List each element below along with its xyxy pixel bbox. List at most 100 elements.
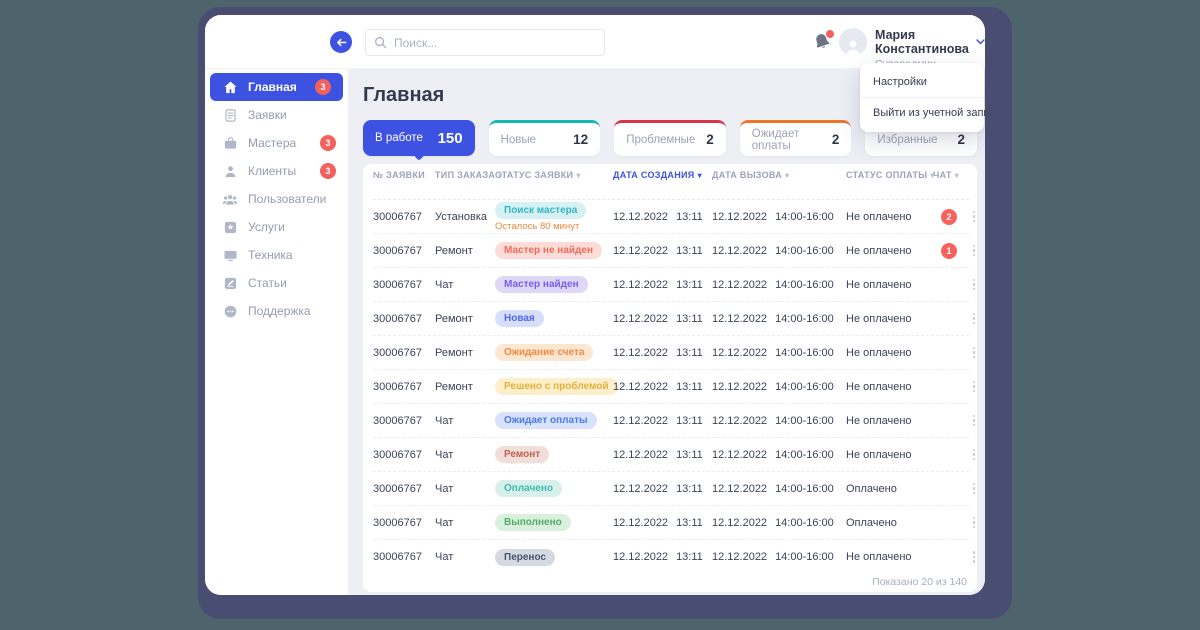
row-menu-button[interactable] [967,381,977,393]
call-date-cell: 12.12.202214:00-16:00 [712,347,844,359]
column-header-chat[interactable]: ЧАТ▾ [933,170,965,180]
column-header-order-type[interactable]: ТИП ЗАКАЗА▾ [435,170,493,180]
table-row[interactable]: 30006767ЧатРемонт12.12.202213:1112.12.20… [373,438,969,472]
call-date-cell: 12.12.202214:00-16:00 [712,517,844,529]
app-window: Мария Константинова Суперадмин Настройки… [205,15,985,595]
tab-count: 2 [832,132,840,147]
order-id-cell: 30006767 [373,551,433,563]
tab-problem[interactable]: Проблемные 2 [614,120,726,156]
row-menu-button[interactable] [967,517,977,529]
payment-status-cell: Не оплачено [846,415,931,427]
tab-label: Проблемные [626,134,695,146]
table-row[interactable]: 30006767РемонтОжидание счета12.12.202213… [373,336,969,370]
pagination-summary: Показано 20 из 140 [373,574,969,592]
call-date-cell: 12.12.202214:00-16:00 [712,415,844,427]
column-header-created-date[interactable]: ДАТА СОЗДАНИЯ▾ [613,170,710,180]
sidebar-item-orders[interactable]: Заявки [205,101,348,129]
order-id-cell: 30006767 [373,313,433,325]
arrow-left-icon [336,37,347,48]
notification-dot [826,30,834,38]
tab-awaiting-payment[interactable]: Ожидает оплаты2 [740,120,852,156]
tab-new[interactable]: Новые12 [489,120,601,156]
sidebar-item-label: Поддержка [248,304,348,318]
sidebar-item-label: Главная [248,80,305,94]
row-menu-button[interactable] [967,347,977,359]
table-row[interactable]: 30006767ЧатВыполнено12.12.202213:1112.12… [373,506,969,540]
payment-status-cell: Не оплачено [846,347,931,359]
table-row[interactable]: 30006767РемонтМастер не найден12.12.2022… [373,234,969,268]
order-type-cell: Чат [435,449,493,461]
avatar[interactable] [839,28,867,56]
row-menu-button[interactable] [967,245,977,257]
payment-status-cell: Оплачено [846,483,931,495]
created-date-cell: 12.12.202213:11 [613,517,710,529]
table-row[interactable]: 30006767ЧатОжидает оплаты12.12.202213:11… [373,404,969,438]
created-date-cell: 12.12.202213:11 [613,211,710,223]
order-id-cell: 30006767 [373,517,433,529]
row-menu-button[interactable] [967,483,977,495]
order-id-cell: 30006767 [373,211,433,223]
payment-status-cell: Не оплачено [846,313,931,325]
call-date-cell: 12.12.202214:00-16:00 [712,279,844,291]
created-date-cell: 12.12.202213:11 [613,245,710,257]
order-status-cell: Ремонт [495,446,611,463]
table-row[interactable]: 30006767ЧатМастер найден12.12.202213:111… [373,268,969,302]
sidebar-item-users[interactable]: Пользователи [205,185,348,213]
table-rows: 30006767УстановкаПоиск мастераОсталось 8… [373,200,969,574]
search-input[interactable] [394,36,596,50]
sidebar-item-masters[interactable]: Мастера3 [205,129,348,157]
sidebar-item-devices[interactable]: Техника [205,241,348,269]
table-row[interactable]: 30006767ЧатПеренос12.12.202213:1112.12.2… [373,540,969,574]
column-header-call-date[interactable]: ДАТА ВЫЗОВА▾ [712,170,844,180]
back-button[interactable] [330,31,352,53]
masters-icon [222,135,238,151]
menu-item-settings[interactable]: Настройки [860,67,984,97]
call-date-cell: 12.12.202214:00-16:00 [712,211,844,223]
table-row[interactable]: 30006767РемонтНовая12.12.202213:1112.12.… [373,302,969,336]
chat-badge[interactable]: 1 [941,243,957,259]
sidebar-item-home[interactable]: Главная3 [210,73,343,101]
table-row[interactable]: 30006767РемонтРешено с проблемой12.12.20… [373,370,969,404]
status-badge: Новая [495,310,544,327]
status-badge: Ожидает оплаты [495,412,597,429]
row-menu-button[interactable] [967,211,977,223]
sidebar-item-label: Клиенты [248,164,310,178]
tab-in-progress[interactable]: В работе150 [363,120,475,156]
column-label: ДАТА СОЗДАНИЯ [613,170,695,180]
row-menu-button[interactable] [967,313,977,325]
orders-icon [222,107,238,123]
row-menu-button[interactable] [967,279,977,291]
sidebar-item-articles[interactable]: Статьи [205,269,348,297]
tab-count: 12 [573,132,588,147]
tab-count: 2 [706,132,714,147]
row-menu-button[interactable] [967,551,977,563]
order-status-cell: Ожидание счета [495,344,611,361]
payment-status-cell: Не оплачено [846,279,931,291]
sidebar-item-clients[interactable]: Клиенты3 [205,157,348,185]
column-label: СТАТУС ЗАЯВКИ [495,170,573,180]
services-icon [222,219,238,235]
chat-cell: 1 [933,243,965,259]
topbar: Мария Константинова Суперадмин Настройки… [205,15,985,69]
row-menu-button[interactable] [967,415,977,427]
payment-status-cell: Не оплачено [846,245,931,257]
sidebar-item-support[interactable]: Поддержка [205,297,348,325]
notifications-bell-icon[interactable] [813,32,833,52]
sidebar-item-label: Пользователи [248,192,348,206]
column-header-order-status[interactable]: СТАТУС ЗАЯВКИ▾ [495,170,611,180]
menu-item-logout[interactable]: Выйти из учетной записи [860,98,984,128]
status-badge: Ремонт [495,446,549,463]
table-row[interactable]: 30006767УстановкаПоиск мастераОсталось 8… [373,200,969,234]
order-status-cell: Новая [495,310,611,327]
status-badge: Выполнено [495,514,571,531]
order-status-cell: Оплачено [495,480,611,497]
sidebar-item-services[interactable]: Услуги [205,213,348,241]
sidebar-item-label: Заявки [248,108,348,122]
table-row[interactable]: 30006767ЧатОплачено12.12.202213:1112.12.… [373,472,969,506]
column-header-payment-status[interactable]: СТАТУС ОПЛАТЫ▾ [846,170,931,180]
row-menu-button[interactable] [967,449,977,461]
chat-badge[interactable]: 2 [941,209,957,225]
created-date-cell: 12.12.202213:11 [613,483,710,495]
devices-icon [222,247,238,263]
created-date-cell: 12.12.202213:11 [613,381,710,393]
